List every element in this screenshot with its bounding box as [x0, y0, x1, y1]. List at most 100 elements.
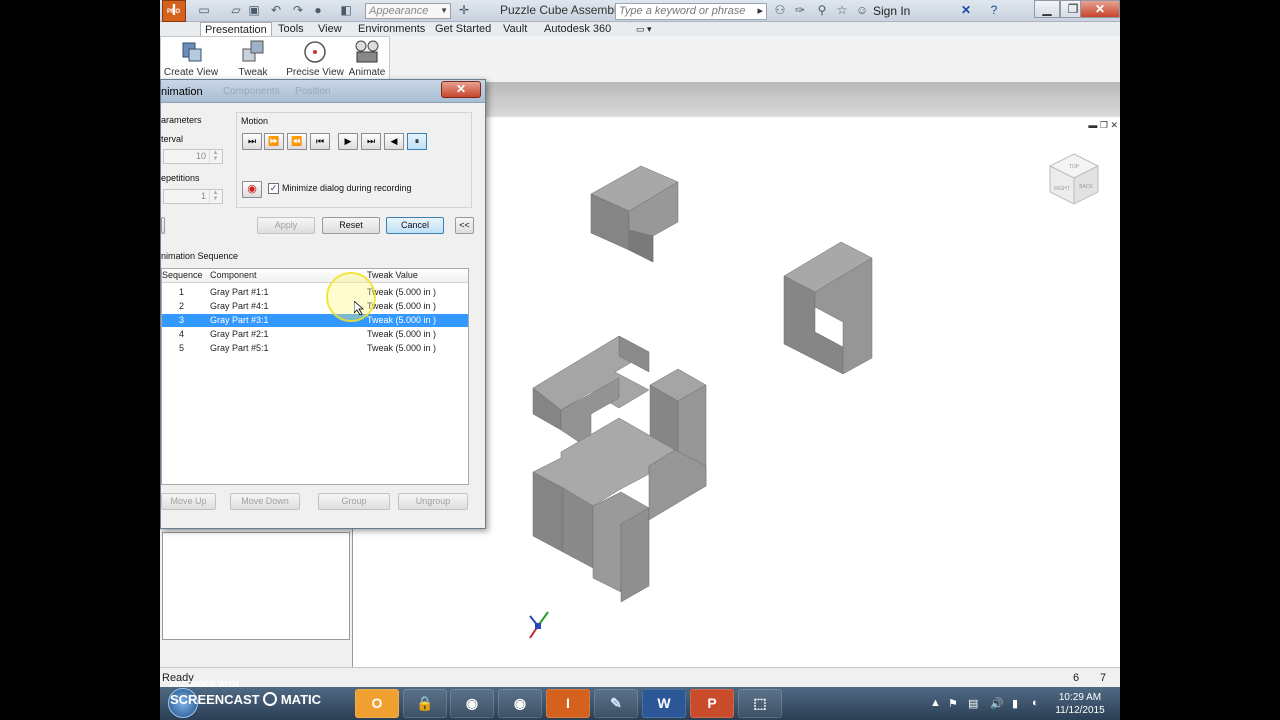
play-reverse-button[interactable]: ◀	[384, 133, 404, 150]
lock-taskbar-icon[interactable]: 🔒	[403, 689, 447, 718]
redo-icon[interactable]: ↷	[290, 3, 306, 18]
spinner-arrows-icon[interactable]: ▲ ▼	[209, 150, 221, 163]
dialog-title-bar[interactable]: nimation Components Position ✕	[161, 80, 485, 102]
table-row[interactable]: 2 Gray Part #4:1 Tweak (5.000 in )	[162, 300, 468, 313]
step-reverse-fast-button[interactable]: ⏪	[287, 133, 307, 150]
tab-environments[interactable]: Environments	[354, 22, 429, 36]
minimize-during-recording-checkbox[interactable]: ✓	[268, 183, 279, 194]
row-tweak-value: Tweak (5.000 in )	[367, 315, 437, 325]
interval-spinner[interactable]: 10 ▲ ▼	[163, 149, 223, 164]
close-window-button[interactable]: ✕	[1080, 0, 1120, 18]
exchange-x-icon[interactable]: ✕	[958, 3, 974, 18]
outlook-taskbar-icon[interactable]: O	[355, 689, 399, 718]
sign-in-link[interactable]: Sign In	[873, 4, 910, 18]
play-forward-end-button[interactable]: ⏭	[242, 133, 262, 150]
info-icon[interactable]: ⚲	[814, 3, 830, 18]
gray-part-1	[590, 165, 679, 263]
app-logo-button[interactable]: I PRO	[162, 0, 186, 22]
tab-vault[interactable]: Vault	[499, 22, 531, 36]
ribbon-tab-bar: Presentation Tools View Environments Get…	[160, 22, 1120, 37]
col-sequence[interactable]: Sequence	[162, 270, 203, 280]
tab-presentation[interactable]: Presentation	[200, 22, 272, 37]
minimize-window-button[interactable]: ▁	[1034, 0, 1060, 18]
collapse-button[interactable]: <<	[455, 217, 474, 234]
motion-label: Motion	[241, 116, 269, 126]
binoculars-icon[interactable]: ⚇	[772, 3, 788, 18]
create-view-button[interactable]: Create View	[161, 39, 221, 78]
sync-tray-icon[interactable]: ◐	[1032, 697, 1039, 709]
spinner-arrows-icon[interactable]: ▲ ▼	[209, 190, 221, 203]
row-component: Gray Part #2:1	[210, 329, 269, 339]
network-tray-icon[interactable]: ▤	[968, 697, 978, 710]
inventor-taskbar-icon[interactable]: I	[546, 689, 590, 718]
help-icon[interactable]: ?	[986, 3, 1002, 18]
table-row[interactable]: 1 Gray Part #1:1 Tweak (5.000 in )	[162, 286, 468, 299]
notepad-taskbar-icon[interactable]: ✎	[594, 689, 638, 718]
snipping-tool-taskbar-icon[interactable]: ⬚	[738, 689, 782, 718]
forward-step-button[interactable]: ⏭	[361, 133, 381, 150]
ungroup-button[interactable]: Ungroup	[398, 493, 468, 510]
row-sequence: 2	[179, 301, 185, 311]
update-icon[interactable]: ◧	[338, 3, 354, 18]
undo-icon[interactable]: ↶	[268, 3, 284, 18]
browser-tree[interactable]	[162, 532, 350, 640]
create-view-icon	[182, 42, 202, 62]
open-folder-icon[interactable]: ▱	[228, 3, 244, 18]
tab-autodesk-360[interactable]: Autodesk 360	[540, 22, 615, 36]
wrench-icon[interactable]: ✑	[792, 3, 808, 18]
volume-tray-icon[interactable]: 🔊	[990, 697, 1004, 710]
col-tweak-value[interactable]: Tweak Value	[367, 270, 418, 280]
play-forward-button[interactable]: ▶	[338, 133, 358, 150]
dialog-close-button[interactable]: ✕	[441, 81, 481, 98]
screencast-watermark: SCREENCAST MATIC	[170, 692, 321, 707]
table-row-selected[interactable]: 3 Gray Part #3:1 Tweak (5.000 in )	[162, 314, 468, 327]
more-button-edge[interactable]	[161, 217, 165, 234]
precise-view-button[interactable]: Precise View	[285, 39, 345, 78]
row-sequence: 5	[179, 343, 185, 353]
col-component[interactable]: Component	[210, 270, 257, 280]
screencast-text: SCREENCAST	[170, 692, 260, 707]
battery-tray-icon[interactable]: ▮	[1012, 697, 1018, 710]
flag-tray-icon[interactable]: ⚑	[948, 697, 958, 710]
row-component: Gray Part #5:1	[210, 343, 269, 353]
animate-button[interactable]: Animate	[337, 39, 397, 78]
group-button[interactable]: Group	[318, 493, 390, 510]
appearance-dropdown[interactable]: Appearance ▼	[365, 3, 451, 19]
tab-get-started[interactable]: Get Started	[431, 22, 495, 36]
reverse-to-start-button[interactable]: ⏮	[310, 133, 330, 150]
status-count-occurrences: 6	[1073, 672, 1080, 684]
word-taskbar-icon[interactable]: W	[642, 689, 686, 718]
chrome-2-taskbar-icon[interactable]: ◉	[498, 689, 542, 718]
save-icon[interactable]: ▣	[246, 3, 262, 18]
chrome-taskbar-icon[interactable]: ◉	[450, 689, 494, 718]
minimize-during-recording-label: Minimize dialog during recording	[282, 183, 412, 193]
move-up-button[interactable]: Move Up	[161, 493, 216, 510]
animation-sequence-table[interactable]: Sequence Component Tweak Value 1 Gray Pa…	[161, 268, 469, 485]
step-forward-fast-button[interactable]: ⏩	[264, 133, 284, 150]
table-row[interactable]: 5 Gray Part #5:1 Tweak (5.000 in )	[162, 342, 468, 355]
ribbon-options-icon[interactable]: ▭ ▾	[632, 22, 656, 36]
tweak-button[interactable]: Tweak	[223, 39, 283, 78]
move-down-button[interactable]: Move Down	[230, 493, 300, 510]
pause-button[interactable]: ⏸	[407, 133, 427, 150]
keyword-search-input[interactable]: Type a keyword or phrase ▸	[615, 3, 767, 20]
record-button[interactable]: ◉	[242, 181, 262, 198]
system-clock[interactable]: 10:29 AM 11/12/2015	[1050, 691, 1110, 717]
repetitions-spinner[interactable]: 1 ▲ ▼	[163, 189, 223, 204]
show-hidden-icons-icon[interactable]: ▲	[930, 697, 941, 709]
table-row[interactable]: 4 Gray Part #2:1 Tweak (5.000 in )	[162, 328, 468, 341]
powerpoint-taskbar-icon[interactable]: P	[690, 689, 734, 718]
row-tweak-value: Tweak (5.000 in )	[367, 343, 437, 353]
favorites-star-icon[interactable]: ☆	[834, 3, 850, 18]
apply-button[interactable]: Apply	[257, 217, 315, 234]
ghost-tab-position: Position	[295, 86, 331, 97]
user-icon[interactable]: ☺	[854, 3, 870, 18]
select-icon[interactable]: ●	[310, 3, 326, 18]
new-file-icon[interactable]: ▭	[196, 3, 212, 18]
viewcube[interactable]: TOP RIGHT BACK	[1046, 150, 1102, 208]
tab-view[interactable]: View	[314, 22, 346, 36]
cancel-button[interactable]: Cancel	[386, 217, 444, 234]
tab-tools[interactable]: Tools	[274, 22, 308, 36]
adjust-icon[interactable]: ✛	[456, 3, 472, 18]
reset-button[interactable]: Reset	[322, 217, 380, 234]
